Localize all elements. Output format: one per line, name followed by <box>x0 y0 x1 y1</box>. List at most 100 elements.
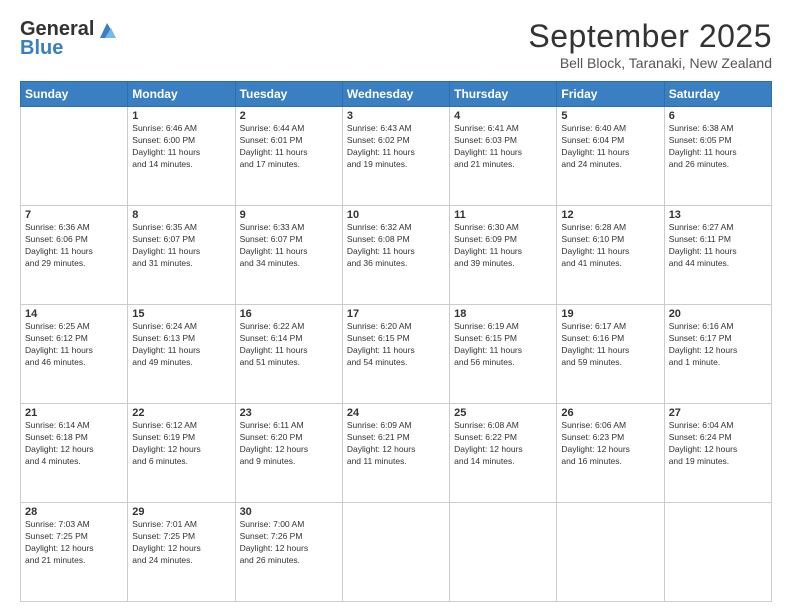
day-info: Sunrise: 6:09 AM Sunset: 6:21 PM Dayligh… <box>347 420 445 468</box>
table-row: 8Sunrise: 6:35 AM Sunset: 6:07 PM Daylig… <box>128 206 235 305</box>
table-row: 14Sunrise: 6:25 AM Sunset: 6:12 PM Dayli… <box>21 305 128 404</box>
day-info: Sunrise: 7:03 AM Sunset: 7:25 PM Dayligh… <box>25 519 123 567</box>
logo-icon <box>96 20 118 40</box>
table-row <box>450 503 557 602</box>
table-row: 13Sunrise: 6:27 AM Sunset: 6:11 PM Dayli… <box>664 206 771 305</box>
day-number: 23 <box>240 407 338 419</box>
day-info: Sunrise: 6:19 AM Sunset: 6:15 PM Dayligh… <box>454 321 552 369</box>
table-row: 26Sunrise: 6:06 AM Sunset: 6:23 PM Dayli… <box>557 404 664 503</box>
day-number: 6 <box>669 110 767 122</box>
table-row: 10Sunrise: 6:32 AM Sunset: 6:08 PM Dayli… <box>342 206 449 305</box>
day-info: Sunrise: 6:30 AM Sunset: 6:09 PM Dayligh… <box>454 222 552 270</box>
day-info: Sunrise: 6:12 AM Sunset: 6:19 PM Dayligh… <box>132 420 230 468</box>
day-number: 7 <box>25 209 123 221</box>
day-number: 1 <box>132 110 230 122</box>
day-info: Sunrise: 6:43 AM Sunset: 6:02 PM Dayligh… <box>347 123 445 171</box>
day-number: 21 <box>25 407 123 419</box>
table-row: 24Sunrise: 6:09 AM Sunset: 6:21 PM Dayli… <box>342 404 449 503</box>
logo-blue-text: Blue <box>20 37 63 60</box>
day-info: Sunrise: 6:08 AM Sunset: 6:22 PM Dayligh… <box>454 420 552 468</box>
month-title: September 2025 <box>528 18 772 55</box>
day-number: 24 <box>347 407 445 419</box>
day-info: Sunrise: 6:17 AM Sunset: 6:16 PM Dayligh… <box>561 321 659 369</box>
day-number: 12 <box>561 209 659 221</box>
day-info: Sunrise: 6:14 AM Sunset: 6:18 PM Dayligh… <box>25 420 123 468</box>
title-block: September 2025 Bell Block, Taranaki, New… <box>528 18 772 71</box>
day-info: Sunrise: 6:20 AM Sunset: 6:15 PM Dayligh… <box>347 321 445 369</box>
col-thursday: Thursday <box>450 82 557 107</box>
day-info: Sunrise: 6:16 AM Sunset: 6:17 PM Dayligh… <box>669 321 767 369</box>
day-number: 14 <box>25 308 123 320</box>
day-number: 30 <box>240 506 338 518</box>
day-number: 29 <box>132 506 230 518</box>
day-info: Sunrise: 6:41 AM Sunset: 6:03 PM Dayligh… <box>454 123 552 171</box>
day-number: 9 <box>240 209 338 221</box>
day-info: Sunrise: 6:38 AM Sunset: 6:05 PM Dayligh… <box>669 123 767 171</box>
col-monday: Monday <box>128 82 235 107</box>
table-row: 18Sunrise: 6:19 AM Sunset: 6:15 PM Dayli… <box>450 305 557 404</box>
table-row <box>21 107 128 206</box>
table-row: 27Sunrise: 6:04 AM Sunset: 6:24 PM Dayli… <box>664 404 771 503</box>
table-row: 25Sunrise: 6:08 AM Sunset: 6:22 PM Dayli… <box>450 404 557 503</box>
table-row: 3Sunrise: 6:43 AM Sunset: 6:02 PM Daylig… <box>342 107 449 206</box>
table-row: 5Sunrise: 6:40 AM Sunset: 6:04 PM Daylig… <box>557 107 664 206</box>
table-row: 2Sunrise: 6:44 AM Sunset: 6:01 PM Daylig… <box>235 107 342 206</box>
col-sunday: Sunday <box>21 82 128 107</box>
day-number: 20 <box>669 308 767 320</box>
day-number: 4 <box>454 110 552 122</box>
day-number: 13 <box>669 209 767 221</box>
table-row: 6Sunrise: 6:38 AM Sunset: 6:05 PM Daylig… <box>664 107 771 206</box>
header: General Blue September 2025 Bell Block, … <box>20 18 772 71</box>
calendar-week-row: 14Sunrise: 6:25 AM Sunset: 6:12 PM Dayli… <box>21 305 772 404</box>
table-row: 16Sunrise: 6:22 AM Sunset: 6:14 PM Dayli… <box>235 305 342 404</box>
day-number: 19 <box>561 308 659 320</box>
day-number: 11 <box>454 209 552 221</box>
calendar-header-row: Sunday Monday Tuesday Wednesday Thursday… <box>21 82 772 107</box>
table-row: 4Sunrise: 6:41 AM Sunset: 6:03 PM Daylig… <box>450 107 557 206</box>
day-number: 15 <box>132 308 230 320</box>
day-number: 27 <box>669 407 767 419</box>
table-row: 12Sunrise: 6:28 AM Sunset: 6:10 PM Dayli… <box>557 206 664 305</box>
table-row: 30Sunrise: 7:00 AM Sunset: 7:26 PM Dayli… <box>235 503 342 602</box>
table-row: 17Sunrise: 6:20 AM Sunset: 6:15 PM Dayli… <box>342 305 449 404</box>
day-info: Sunrise: 6:46 AM Sunset: 6:00 PM Dayligh… <box>132 123 230 171</box>
table-row: 23Sunrise: 6:11 AM Sunset: 6:20 PM Dayli… <box>235 404 342 503</box>
day-info: Sunrise: 6:04 AM Sunset: 6:24 PM Dayligh… <box>669 420 767 468</box>
day-number: 5 <box>561 110 659 122</box>
col-saturday: Saturday <box>664 82 771 107</box>
calendar-week-row: 7Sunrise: 6:36 AM Sunset: 6:06 PM Daylig… <box>21 206 772 305</box>
calendar-week-row: 1Sunrise: 6:46 AM Sunset: 6:00 PM Daylig… <box>21 107 772 206</box>
subtitle: Bell Block, Taranaki, New Zealand <box>528 55 772 71</box>
table-row: 19Sunrise: 6:17 AM Sunset: 6:16 PM Dayli… <box>557 305 664 404</box>
day-info: Sunrise: 6:24 AM Sunset: 6:13 PM Dayligh… <box>132 321 230 369</box>
day-info: Sunrise: 6:33 AM Sunset: 6:07 PM Dayligh… <box>240 222 338 270</box>
day-info: Sunrise: 6:27 AM Sunset: 6:11 PM Dayligh… <box>669 222 767 270</box>
col-wednesday: Wednesday <box>342 82 449 107</box>
day-info: Sunrise: 6:28 AM Sunset: 6:10 PM Dayligh… <box>561 222 659 270</box>
calendar-week-row: 21Sunrise: 6:14 AM Sunset: 6:18 PM Dayli… <box>21 404 772 503</box>
day-number: 18 <box>454 308 552 320</box>
day-info: Sunrise: 6:35 AM Sunset: 6:07 PM Dayligh… <box>132 222 230 270</box>
table-row <box>557 503 664 602</box>
day-info: Sunrise: 6:32 AM Sunset: 6:08 PM Dayligh… <box>347 222 445 270</box>
logo: General Blue <box>20 18 118 60</box>
col-friday: Friday <box>557 82 664 107</box>
table-row: 1Sunrise: 6:46 AM Sunset: 6:00 PM Daylig… <box>128 107 235 206</box>
day-number: 22 <box>132 407 230 419</box>
day-number: 25 <box>454 407 552 419</box>
table-row: 29Sunrise: 7:01 AM Sunset: 7:25 PM Dayli… <box>128 503 235 602</box>
day-info: Sunrise: 7:01 AM Sunset: 7:25 PM Dayligh… <box>132 519 230 567</box>
table-row: 20Sunrise: 6:16 AM Sunset: 6:17 PM Dayli… <box>664 305 771 404</box>
table-row: 22Sunrise: 6:12 AM Sunset: 6:19 PM Dayli… <box>128 404 235 503</box>
day-number: 17 <box>347 308 445 320</box>
day-number: 2 <box>240 110 338 122</box>
day-number: 3 <box>347 110 445 122</box>
day-number: 16 <box>240 308 338 320</box>
table-row: 9Sunrise: 6:33 AM Sunset: 6:07 PM Daylig… <box>235 206 342 305</box>
calendar: Sunday Monday Tuesday Wednesday Thursday… <box>20 81 772 602</box>
day-info: Sunrise: 6:44 AM Sunset: 6:01 PM Dayligh… <box>240 123 338 171</box>
table-row: 15Sunrise: 6:24 AM Sunset: 6:13 PM Dayli… <box>128 305 235 404</box>
table-row: 28Sunrise: 7:03 AM Sunset: 7:25 PM Dayli… <box>21 503 128 602</box>
day-info: Sunrise: 7:00 AM Sunset: 7:26 PM Dayligh… <box>240 519 338 567</box>
col-tuesday: Tuesday <box>235 82 342 107</box>
